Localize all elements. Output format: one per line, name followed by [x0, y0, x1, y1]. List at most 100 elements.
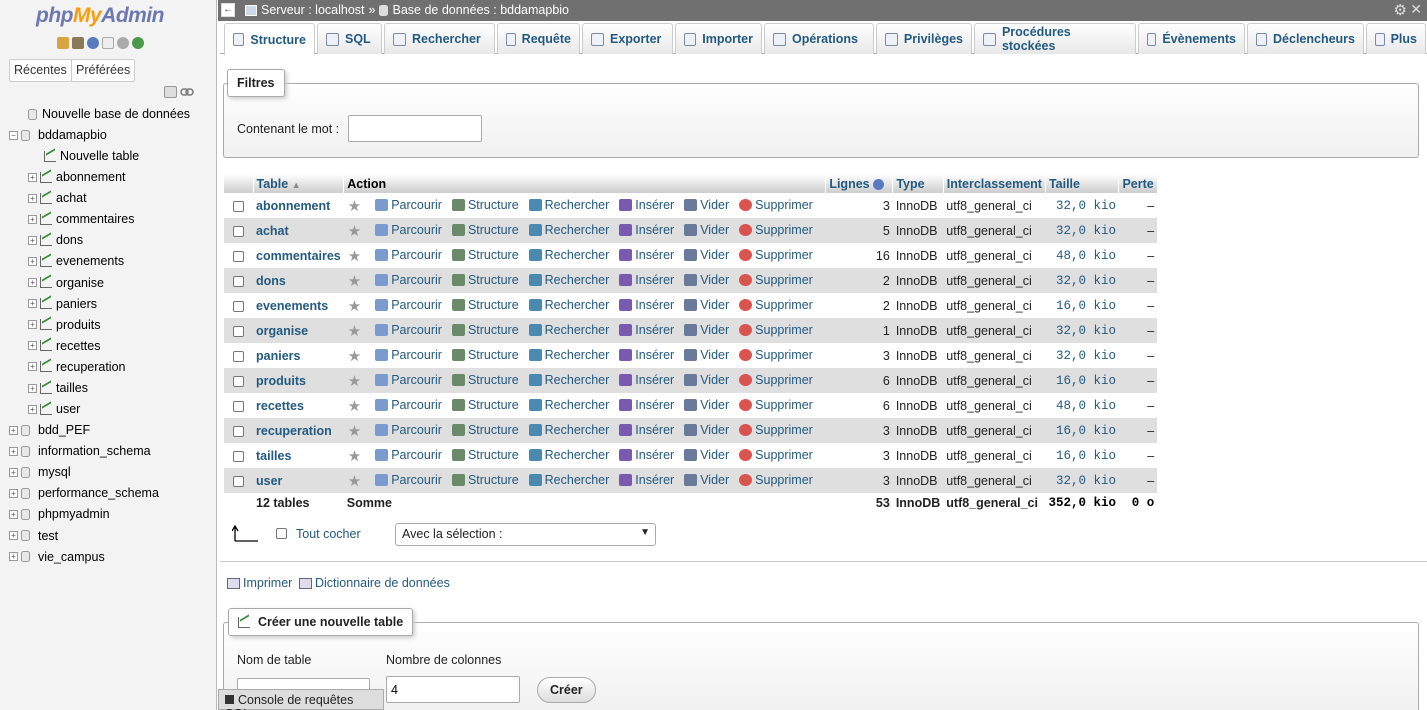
tab-sql[interactable]: SQL — [317, 23, 382, 54]
sidebar-database-item[interactable]: + performance_schema — [9, 483, 159, 503]
row-checkbox[interactable] — [233, 475, 244, 487]
browse-action[interactable]: Parcourir — [375, 298, 442, 312]
print-link[interactable]: Imprimer — [227, 576, 292, 590]
expand-icon[interactable]: + — [28, 214, 37, 224]
insert-action[interactable]: Insérer — [619, 398, 674, 412]
insert-action[interactable]: Insérer — [619, 223, 674, 237]
search-action[interactable]: Rechercher — [528, 398, 609, 412]
structure-action[interactable]: Structure — [451, 298, 519, 312]
expand-icon[interactable]: + — [28, 341, 37, 351]
expand-icon[interactable]: + — [28, 383, 37, 393]
size-column-header[interactable]: Taille — [1045, 174, 1120, 193]
size-link[interactable]: 16,0 kio — [1056, 424, 1116, 438]
favorite-star-icon[interactable]: ★ — [348, 373, 361, 390]
browse-action[interactable]: Parcourir — [375, 198, 442, 212]
sidebar-database-item[interactable]: + bdd_PEF — [9, 420, 90, 440]
sidebar-database-item[interactable]: + vie_campus — [9, 547, 105, 567]
phpmyadmin-logo[interactable]: phpMyAdmin — [36, 4, 164, 28]
favorite-star-icon[interactable]: ★ — [348, 248, 361, 265]
empty-action[interactable]: Vider — [684, 373, 729, 387]
sidebar-table-item[interactable]: + abonnement — [28, 167, 126, 187]
browse-action[interactable]: Parcourir — [375, 423, 442, 437]
drop-action[interactable]: Supprimer — [739, 198, 813, 212]
browse-action[interactable]: Parcourir — [375, 448, 442, 462]
favorite-star-icon[interactable]: ★ — [348, 448, 361, 465]
sidebar-table-item[interactable]: + achat — [28, 188, 87, 208]
drop-action[interactable]: Supprimer — [739, 373, 813, 387]
size-link[interactable]: 32,0 kio — [1056, 274, 1116, 288]
logout-icon[interactable] — [72, 37, 84, 49]
structure-action[interactable]: Structure — [451, 398, 519, 412]
structure-action[interactable]: Structure — [451, 273, 519, 287]
tab-triggers[interactable]: Déclencheurs — [1247, 23, 1364, 54]
empty-action[interactable]: Vider — [684, 248, 729, 262]
row-checkbox[interactable] — [233, 400, 244, 412]
row-checkbox[interactable] — [233, 300, 244, 312]
sidebar-table-item[interactable]: + produits — [28, 315, 100, 335]
size-link[interactable]: 16,0 kio — [1056, 299, 1116, 313]
drop-action[interactable]: Supprimer — [739, 423, 813, 437]
home-icon[interactable] — [57, 37, 69, 49]
table-name-link[interactable]: recuperation — [256, 424, 332, 438]
row-checkbox[interactable] — [233, 375, 244, 387]
sidebar-table-item[interactable]: + organise — [28, 273, 104, 293]
expand-icon[interactable]: + — [9, 425, 18, 435]
table-name-link[interactable]: user — [256, 474, 282, 488]
tab-routines[interactable]: Procédures stockées — [974, 23, 1136, 54]
search-action[interactable]: Rechercher — [528, 348, 609, 362]
close-icon[interactable]: ✕ — [1410, 1, 1422, 18]
drop-action[interactable]: Supprimer — [739, 248, 813, 262]
table-name-link[interactable]: evenements — [256, 299, 328, 313]
favorite-star-icon[interactable]: ★ — [348, 348, 361, 365]
overhead-column-header[interactable]: Perte — [1118, 174, 1158, 193]
empty-action[interactable]: Vider — [684, 298, 729, 312]
insert-action[interactable]: Insérer — [619, 323, 674, 337]
settings-gear-icon[interactable]: ⚙ — [1394, 1, 1407, 19]
empty-action[interactable]: Vider — [684, 348, 729, 362]
browse-action[interactable]: Parcourir — [375, 223, 442, 237]
favorite-star-icon[interactable]: ★ — [348, 398, 361, 415]
structure-action[interactable]: Structure — [451, 348, 519, 362]
new-database-item[interactable]: Nouvelle base de données — [28, 104, 190, 124]
tab-export[interactable]: Exporter — [582, 23, 673, 54]
drop-action[interactable]: Supprimer — [739, 323, 813, 337]
table-name-link[interactable]: organise — [256, 324, 308, 338]
favorite-star-icon[interactable]: ★ — [348, 423, 361, 440]
data-dictionary-link[interactable]: Dictionnaire de données — [299, 576, 450, 590]
filter-input[interactable] — [348, 115, 482, 142]
size-link[interactable]: 32,0 kio — [1056, 324, 1116, 338]
drop-action[interactable]: Supprimer — [739, 448, 813, 462]
row-checkbox[interactable] — [233, 450, 244, 462]
check-all-label[interactable]: Tout cocher — [296, 527, 361, 541]
expand-icon[interactable]: + — [28, 172, 37, 182]
expand-icon[interactable]: + — [28, 193, 37, 203]
sidebar-table-item[interactable]: + recuperation — [28, 357, 126, 377]
search-action[interactable]: Rechercher — [528, 423, 609, 437]
size-link[interactable]: 32,0 kio — [1056, 349, 1116, 363]
sidebar-table-item[interactable]: + evenements — [28, 251, 124, 271]
tab-more[interactable]: Plus — [1366, 23, 1426, 54]
drop-action[interactable]: Supprimer — [739, 298, 813, 312]
favorite-star-icon[interactable]: ★ — [348, 298, 361, 315]
insert-action[interactable]: Insérer — [619, 248, 674, 262]
structure-action[interactable]: Structure — [451, 448, 519, 462]
tab-import[interactable]: Importer — [675, 23, 762, 54]
help-icon[interactable] — [873, 178, 885, 190]
empty-action[interactable]: Vider — [684, 273, 729, 287]
collapse-nav-icon[interactable]: ← — [221, 3, 235, 17]
favorites-tab[interactable]: Préférées — [71, 59, 136, 82]
tab-search[interactable]: Rechercher — [384, 23, 495, 54]
table-name-link[interactable]: tailles — [256, 449, 291, 463]
docs-icon[interactable] — [102, 37, 114, 49]
search-action[interactable]: Rechercher — [528, 473, 609, 487]
expand-icon[interactable]: + — [9, 509, 18, 519]
table-name-link[interactable]: dons — [256, 274, 286, 288]
structure-action[interactable]: Structure — [451, 323, 519, 337]
breadcrumb-server[interactable]: Serveur : localhost — [261, 3, 365, 17]
search-action[interactable]: Rechercher — [528, 198, 609, 212]
browse-action[interactable]: Parcourir — [375, 398, 442, 412]
database-item-bddamapbio[interactable]: − bddamapbio — [9, 125, 107, 145]
empty-action[interactable]: Vider — [684, 323, 729, 337]
drop-action[interactable]: Supprimer — [739, 273, 813, 287]
sidebar-database-item[interactable]: + mysql — [9, 462, 71, 482]
